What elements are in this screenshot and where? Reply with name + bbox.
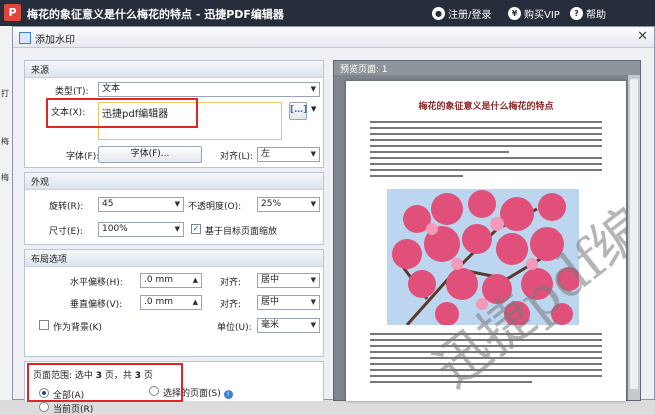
- bg-menu-fragment: 打: [1, 89, 9, 98]
- opacity-select[interactable]: 25% ▼: [257, 197, 320, 212]
- font-label: 字体(F):: [66, 152, 100, 162]
- opacity-label: 不透明度(O):: [188, 202, 242, 212]
- v-align-label: 对齐:: [220, 300, 242, 310]
- as-background-label: 作为背景(K): [53, 323, 102, 333]
- dialog-header: 添加水印 ✕: [13, 27, 654, 48]
- v-offset-label: 垂直偏移(V):: [70, 300, 123, 310]
- page-range-highlight-box: [27, 363, 183, 402]
- insert-field-icon: […]: [290, 105, 308, 115]
- buy-vip-label: 购买VIP: [524, 10, 560, 21]
- yen-icon: ¥: [508, 7, 521, 20]
- rotation-select[interactable]: 45 ▼: [98, 197, 184, 212]
- chevron-down-icon: ▼: [310, 85, 316, 93]
- chevron-down-icon: ▼: [310, 150, 316, 158]
- preview-panel: 预览页面: 1 梅花的象征意义是什么梅花的特点 迅捷pdf编辑器: [333, 60, 641, 401]
- bg-menu-fragment: 梅: [1, 137, 9, 146]
- add-watermark-dialog: 添加水印 ✕ 来源 类型(T): 文本 ▼ 文本(X): 迅捷pdf编辑器 […]…: [12, 26, 655, 415]
- chevron-down-icon: ▼: [174, 200, 180, 208]
- as-background-checkbox[interactable]: [39, 320, 49, 330]
- close-icon[interactable]: ✕: [637, 29, 648, 44]
- align-label: 对齐(L):: [220, 152, 254, 162]
- buy-vip-button[interactable]: ¥ 购买VIP: [508, 6, 560, 21]
- info-icon[interactable]: i: [223, 390, 233, 399]
- preview-scrollbar[interactable]: [628, 75, 640, 400]
- type-select-value: 文本: [102, 84, 121, 94]
- h-offset-label: 水平偏移(H):: [70, 278, 123, 288]
- fit-to-page-checkbox[interactable]: ✓: [191, 224, 201, 234]
- v-align-value: 居中: [261, 297, 280, 307]
- unit-select[interactable]: 毫米 ▼: [257, 318, 320, 333]
- preview-body-text-top: [370, 121, 602, 181]
- dialog-title: 添加水印: [35, 35, 75, 46]
- opacity-value: 25%: [261, 199, 282, 209]
- spin-icon: ▲: [192, 276, 198, 284]
- preview-page-title: 梅花的象征意义是什么梅花的特点: [418, 102, 554, 112]
- preview-page: 梅花的象征意义是什么梅花的特点 迅捷pdf编辑器: [346, 81, 626, 401]
- h-offset-value: .0 mm: [144, 275, 173, 285]
- layout-section-header: 布局选项: [25, 250, 323, 267]
- align-select[interactable]: 左 ▼: [257, 147, 320, 162]
- appearance-section: 外观 旋转(R): 45 ▼ 不透明度(O): 25% ▼ 尺寸(E): 100% ▼…: [24, 172, 324, 245]
- align-select-value: 左: [261, 149, 271, 159]
- preview-header: 预览页面: 1: [334, 61, 640, 75]
- preview-scroll-thumb[interactable]: [630, 79, 638, 389]
- h-align-value: 居中: [261, 275, 280, 285]
- bg-menu-fragment: 梅: [1, 173, 9, 182]
- register-login-button[interactable]: ● 注册/登录: [432, 6, 491, 21]
- chevron-down-icon: ▼: [310, 200, 316, 208]
- v-align-select[interactable]: 居中 ▼: [257, 295, 320, 310]
- chevron-down-icon: ▼: [310, 298, 316, 306]
- layout-section-title: 布局选项: [31, 255, 68, 265]
- chevron-down-icon: ▼: [310, 321, 316, 329]
- layout-section: 布局选项 水平偏移(H): .0 mm ▲ 对齐: 居中 ▼ 垂直偏移(V): .0…: [24, 249, 324, 357]
- insert-field-button[interactable]: […]: [289, 102, 307, 120]
- size-value: 100%: [102, 224, 128, 234]
- unit-label: 单位(U):: [217, 323, 252, 333]
- settings-panel: 来源 类型(T): 文本 ▼ 文本(X): 迅捷pdf编辑器 […] ▼ 字体(F…: [24, 60, 324, 415]
- window-title: 梅花的象征意义是什么梅花的特点 - 迅捷PDF编辑器: [27, 8, 284, 21]
- size-label: 尺寸(E):: [49, 227, 83, 237]
- fit-to-page-label: 基于目标页面缩放: [205, 227, 278, 237]
- text-highlight-box: [46, 98, 198, 128]
- appearance-section-header: 外观: [25, 173, 323, 190]
- h-align-label: 对齐:: [220, 278, 242, 288]
- chevron-down-icon: ▼: [310, 276, 316, 284]
- rotation-label: 旋转(R):: [49, 202, 84, 212]
- unit-value: 毫米: [261, 320, 280, 330]
- source-section-title: 来源: [31, 66, 50, 76]
- current-page-label: 当前页(R): [53, 405, 94, 415]
- h-offset-input[interactable]: .0 mm ▲: [140, 273, 202, 288]
- source-section-header: 来源: [25, 61, 323, 78]
- app-titlebar: P 梅花的象征意义是什么梅花的特点 - 迅捷PDF编辑器 ● 注册/登录 ¥ 购…: [0, 0, 655, 26]
- h-align-select[interactable]: 居中 ▼: [257, 273, 320, 288]
- help-icon: ?: [570, 7, 583, 20]
- size-select[interactable]: 100% ▼: [98, 222, 184, 237]
- appearance-section-title: 外观: [31, 178, 50, 188]
- spin-icon: ▲: [192, 298, 198, 306]
- current-page-radio[interactable]: [39, 402, 49, 412]
- rotation-value: 45: [102, 199, 114, 209]
- help-button[interactable]: ? 帮助: [570, 6, 606, 21]
- v-offset-input[interactable]: .0 mm ▲: [140, 295, 202, 310]
- watermark-icon: [19, 32, 31, 44]
- help-label: 帮助: [586, 10, 606, 21]
- chevron-down-icon: ▼: [174, 225, 180, 233]
- type-select[interactable]: 文本 ▼: [98, 82, 320, 97]
- app-logo-icon: P: [4, 4, 21, 21]
- font-button[interactable]: 字体(F)...: [98, 146, 202, 163]
- user-icon: ●: [432, 7, 445, 20]
- register-login-label: 注册/登录: [448, 10, 492, 21]
- insert-field-dropdown-icon[interactable]: ▼: [311, 105, 316, 113]
- preview-title: 预览页面: 1: [340, 65, 388, 75]
- v-offset-value: .0 mm: [144, 297, 173, 307]
- type-label: 类型(T):: [55, 87, 89, 97]
